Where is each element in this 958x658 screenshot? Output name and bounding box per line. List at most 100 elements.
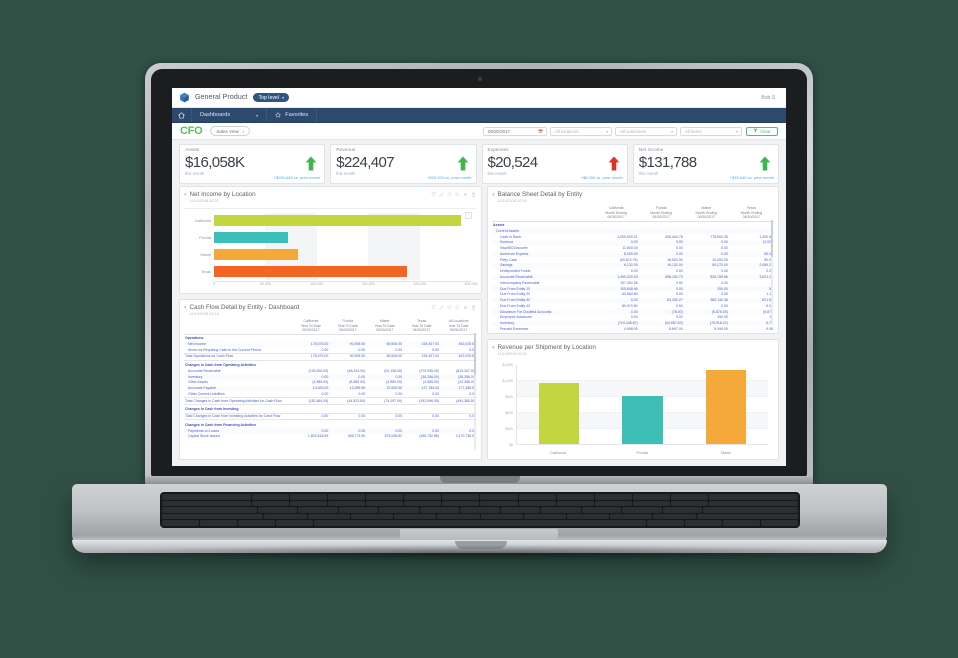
edit-icon[interactable] [439,305,444,310]
filter-icon[interactable] [431,192,436,197]
laptop-hinge-notch [440,476,520,483]
kpi-delta: +$33,640 vs. prior month [729,175,774,180]
keyboard-key [199,520,237,526]
cash-flow-table: California Year To Date 06/30/2017 Florida Y… [184,318,477,440]
table-cell: 8,897.00 [669,327,683,330]
x-tick: 80,000 [259,282,271,286]
table-row[interactable]: Total Changes in Cash from Operating Act… [184,397,477,405]
location-filter-select[interactable]: All locations ▾ [550,126,612,136]
vertical-scrollbar[interactable] [474,332,476,450]
keyboard-row [162,520,798,526]
keyboard-key [480,500,518,507]
kpi-value: $224,407 [336,154,395,171]
kpi-card-revenue[interactable]: Revenue $224,407 this month +$20,934 vs.… [330,144,477,184]
keyboard-key [761,520,798,526]
keyboard-key [252,500,290,507]
item-filter-value: All items [685,128,702,134]
refresh-icon[interactable] [447,192,452,197]
panel-revenue-per-shipment: ▾ Revenue per Shipment by Location 11/14… [487,339,779,460]
kpi-card-expenses[interactable]: Expenses $20,524 this month +$8,000 vs. … [481,144,628,184]
vertical-scrollbar[interactable] [771,219,773,324]
table-row[interactable]: Total Changes in Cash from Investing Act… [184,412,477,421]
keyboard-key [313,520,647,526]
top-level-chip[interactable]: Top level ▾ [253,93,289,102]
chart-net-income-by-location[interactable]: California Florida Maine Texas 0 80,000 … [184,207,478,292]
chart-revenue-per-shipment[interactable]: $1,500 $1,200 $900 $600 $300 $0 Californ… [492,361,772,458]
nav-home-button[interactable] [172,108,192,122]
column-header: California Month Ending 06/30/2017 [593,205,639,223]
keyboard-key [162,494,251,500]
nav-item-dashboards[interactable]: Dashboards ▾ [192,108,268,122]
chevron-down-icon[interactable]: ▾ [492,192,495,198]
balance-sheet-table-scroll[interactable]: California Month Ending 06/30/2017 Florida M… [492,205,774,330]
column-header: All Locations Year To Date 06/30/2017 [440,318,477,336]
chevron-down-icon[interactable]: ▾ [184,305,187,311]
trash-icon[interactable] [471,305,476,310]
customer-filter-select[interactable]: All customers ▾ [615,126,677,136]
chart-bar-row: Maine [184,249,471,261]
page-title: CFO [180,125,203,137]
edit-icon[interactable] [439,192,444,197]
table-cell: 69,506.00 [366,352,404,361]
chevron-down-icon[interactable]: ▾ [492,345,495,351]
search-icon[interactable] [455,192,460,197]
keyboard-key [708,494,798,500]
user-menu[interactable]: Bob S [761,95,775,101]
table-cell: 575,096.52 [384,434,403,439]
row-label: Total Operations for Cash Flow [184,352,293,361]
table-row[interactable]: Capital Stock Issued 1,802,618.99 365,773.… [184,434,477,440]
panel-timestamp: 11/14/2018 02:10 [189,311,219,316]
keyboard-key [379,507,419,513]
trash-icon[interactable] [471,192,476,197]
panel-body: California Florida Maine Texas 0 80,000 … [180,206,481,294]
keyboard-key [257,507,298,513]
scrollbar-thumb[interactable] [771,219,773,258]
kpi-card-row: Assets $16,058K this month +$250,683 vs.… [172,140,786,186]
table-cell: 2,470,736.56 [455,434,476,439]
keyboard-key [275,520,313,526]
nav-item-favorites[interactable]: Favorites [267,108,318,122]
y-tick: $1,200 [502,378,513,383]
kpi-delta: +$250,683 vs. prior month [273,175,321,180]
chevron-down-icon: ▾ [605,128,608,134]
refresh-icon[interactable] [447,305,452,310]
chart-bars [517,365,768,444]
table-row[interactable]: Total Operations for Cash Flow 178,075.00… [184,352,477,361]
table-row[interactable]: Prepaid Expenses 4,998.00 8,897.00 5,099.00… [492,326,774,330]
keyboard-key [581,507,622,513]
laptop-mockup: General Product Top level ▾ Bob S Dashbo… [0,0,958,658]
chevron-down-icon[interactable]: ▾ [184,192,187,198]
gear-icon[interactable] [463,305,468,310]
laptop-keyboard [160,492,800,528]
keyboard-key [594,494,632,500]
panel-title: Balance Sheet Detail by Entity [497,191,583,198]
panel-timestamp: 11/14/2018 02:21 [497,351,527,356]
item-filter-select[interactable]: All items ▾ [680,126,742,136]
location-filter-value: All locations [555,128,579,134]
keyboard-row [162,507,799,513]
kpi-card-assets[interactable]: Assets $16,058K this month +$250,683 vs.… [179,144,326,184]
panel-header: ▾ Balance Sheet Detail by Entity 11/14/2… [488,187,778,206]
gear-icon[interactable] [463,192,468,197]
search-icon[interactable] [455,305,460,310]
scrollbar-thumb[interactable] [474,332,476,375]
x-tick: 160,000 [310,282,324,286]
clear-filters-button[interactable]: Clear [746,126,778,136]
date-filter-input[interactable]: 06/30/2017 📅 [483,126,547,136]
view-selector[interactable]: Sales View ↕ [210,126,251,136]
cash-flow-table-scroll[interactable]: California Year To Date 06/30/2017 Florida Y… [184,318,477,457]
kpi-card-net-income[interactable]: Net Income $131,788 this month +$33,640 … [632,144,779,184]
keyboard-key [366,494,404,500]
keyboard-key [696,513,799,520]
x-category-label: Maine [720,451,732,455]
panel-title-group: Cash Flow Detail by Entity - Dashboard 1… [190,304,431,316]
table-cell: 365,773.90 [347,434,366,439]
customer-filter-value: All customers [620,128,647,134]
product-logo-icon [179,92,190,103]
panel-timestamp: 11/14/2018 02:21 [189,198,219,203]
keyboard-key [703,507,799,513]
table-cell: (266,752.85) [419,434,440,439]
product-name: General Product [195,94,248,101]
chart-plot-area [516,364,768,445]
filter-icon[interactable] [431,305,436,310]
